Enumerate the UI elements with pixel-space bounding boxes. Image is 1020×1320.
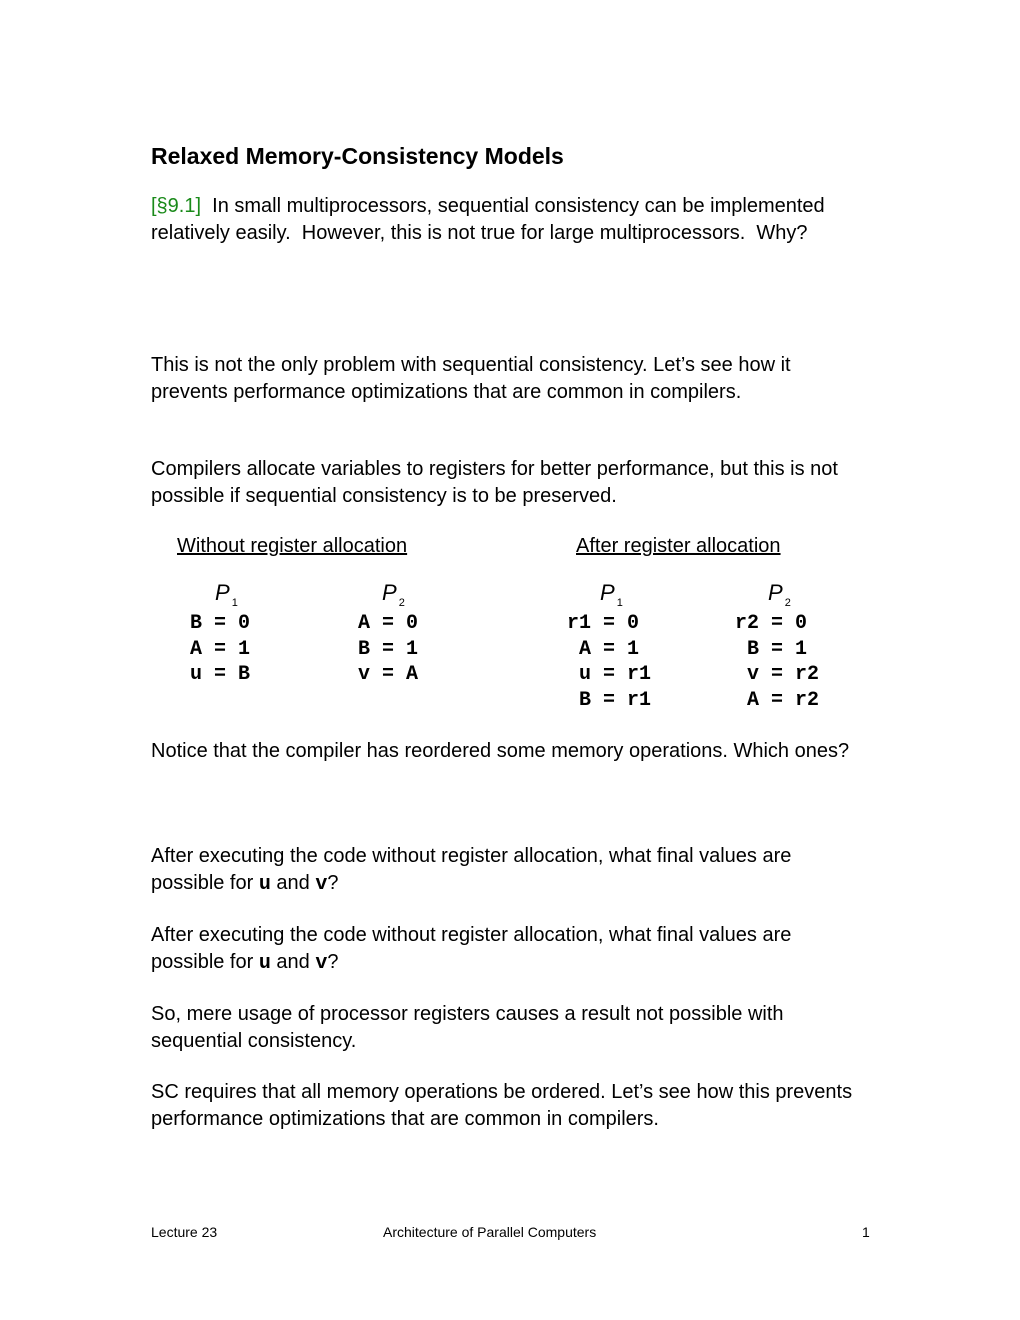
paragraph-sc-problem: This is not the only problem with sequen… [151,354,791,403]
paragraph-reordered: Notice that the compiler has reordered s… [151,740,850,762]
after-p2-label: P2 [768,580,791,609]
without-p1-label: P1 [215,580,238,609]
question-text: ? [327,872,339,894]
page-title: Relaxed Memory-Consistency Models [151,143,564,169]
variable-v: v [315,952,328,975]
without-p2-label: P2 [382,580,405,609]
footer-page-number: 1 [862,1224,870,1240]
variable-v: v [315,873,328,896]
without-p2-code: A = 0 B = 1 v = A [358,612,419,686]
question-text: After executing the code without registe… [151,845,792,894]
footer-course-title: Architecture of Parallel Computers [383,1224,597,1240]
after-p1-label: P1 [600,580,623,609]
intro-paragraph: [§9.1] In small multiprocessors, sequent… [151,193,861,247]
processor-name: P [382,580,397,605]
without-p1-code: B = 0 A = 1 u = B [190,612,251,686]
processor-index: 1 [231,597,238,609]
processor-name: P [215,580,230,605]
processor-index: 1 [616,597,623,609]
processor-index: 2 [398,597,405,609]
section-reference: [§9.1] [151,195,202,217]
paragraph-registers-result: So, mere usage of processor registers ca… [151,1003,784,1052]
intro-text: In small multiprocessors, sequential con… [151,195,831,244]
variable-u: u [258,952,271,975]
question-text: After executing the code without registe… [151,924,792,973]
heading-without-register-allocation: Without register allocation [177,535,408,557]
question-text: and [270,872,316,894]
processor-name: P [768,580,783,605]
processor-name: P [600,580,615,605]
after-p1-code: r1 = 0 A = 1 u = r1 B = r1 [567,612,652,712]
paragraph-compilers: Compilers allocate variables to register… [151,458,838,507]
processor-index: 2 [784,597,791,609]
variable-u: u [258,873,271,896]
footer-lecture: Lecture 23 [151,1224,218,1240]
paragraph-sc-ordering: SC requires that all memory operations b… [151,1081,853,1130]
question-1: After executing the code without registe… [151,843,861,898]
after-p2-code: r2 = 0 B = 1 v = r2 A = r2 [735,612,820,712]
question-text: and [270,951,316,973]
question-2: After executing the code without registe… [151,922,861,977]
heading-after-register-allocation: After register allocation [576,535,781,557]
question-text: ? [327,951,339,973]
